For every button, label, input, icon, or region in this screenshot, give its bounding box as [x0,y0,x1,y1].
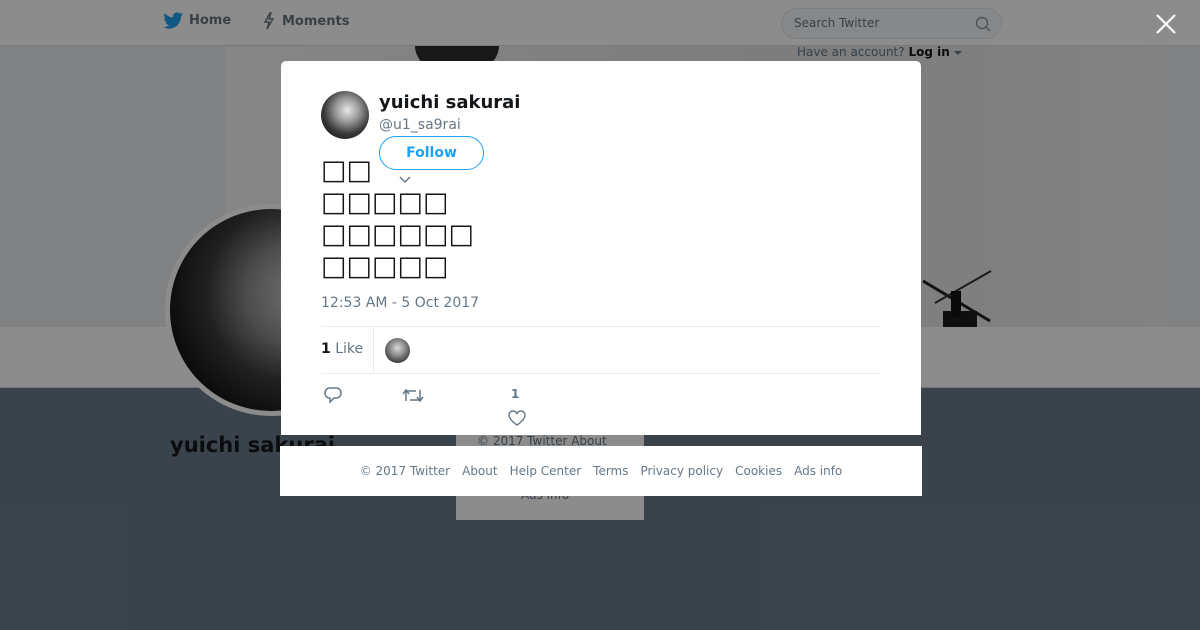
heart-icon[interactable] [508,410,526,427]
footer-link-about[interactable]: About [462,464,497,478]
footer-link-privacy-policy[interactable]: Privacy policy [641,464,724,478]
tweet-text: □□ □□□□□ □□□□□□ □□□□□ [321,155,474,283]
tweet-timestamp[interactable]: 12:53 AM - 5 Oct 2017 [321,295,479,311]
footer-link-help-center[interactable]: Help Center [510,464,582,478]
likes-label: Like [335,341,364,357]
footer-link-cookies[interactable]: Cookies [735,464,782,478]
tweet-author-avatar[interactable] [321,91,369,139]
likes-count: 1 [321,341,331,357]
retweet-icon[interactable] [402,387,424,404]
tweet-text-line: □□□□□□ [321,219,475,250]
like-action-count: 1 [511,387,520,401]
likes-stat[interactable]: 1 Like [321,341,363,357]
reply-icon[interactable] [323,386,343,404]
liker-avatar[interactable] [385,338,410,363]
tweet-modal: yuichi sakurai @u1_sa9rai □□ □□□□□ □□□□□… [281,61,921,435]
modal-footer: © 2017 Twitter About Help Center Terms P… [280,446,922,496]
tweet-text-line: □□□□□ [321,251,449,282]
stats-divider [373,327,374,373]
footer-copyright: © 2017 Twitter [359,464,451,478]
footer-link-terms[interactable]: Terms [593,464,628,478]
tweet-stats: 1 Like [321,326,881,374]
footer-link-ads-info[interactable]: Ads info [794,464,842,478]
follow-button[interactable]: Follow [379,136,484,170]
tweet-author-handle[interactable]: @u1_sa9rai [379,117,461,133]
close-icon[interactable] [1154,12,1178,36]
tweet-text-line: □□□□□ [321,187,449,218]
tweet-author-name[interactable]: yuichi sakurai [379,92,520,113]
chevron-down-icon[interactable] [399,173,411,185]
